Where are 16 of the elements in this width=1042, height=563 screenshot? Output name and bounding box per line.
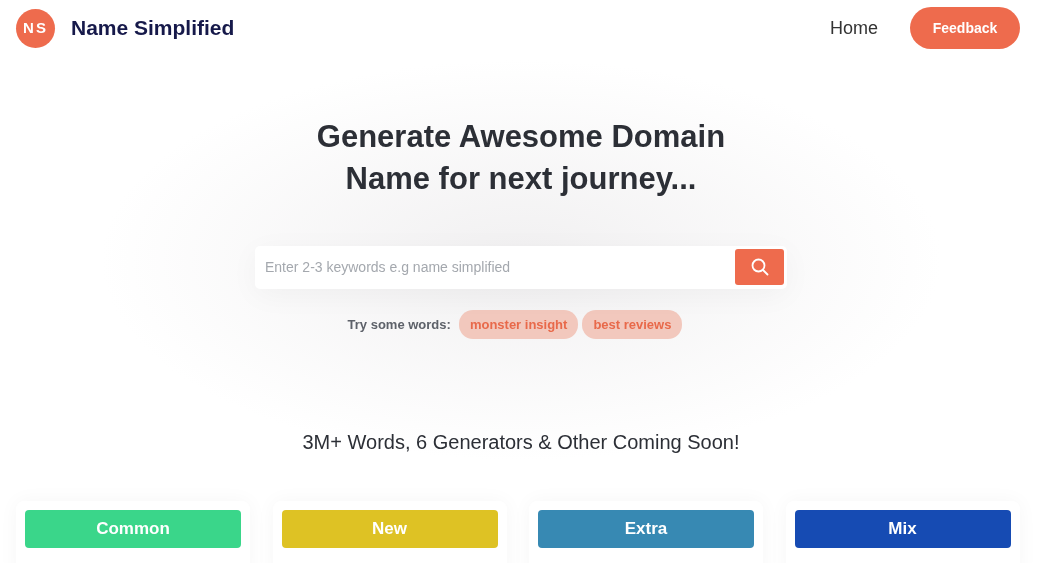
generator-header[interactable]: Common — [25, 510, 241, 549]
generator-header[interactable]: Mix — [794, 510, 1011, 549]
search-field[interactable]: Enter 2-3 keywords e.g name simplified — [255, 245, 787, 289]
logo-badge[interactable]: NS — [16, 8, 55, 48]
suggestions-label: Try some words: — [347, 315, 451, 334]
suggestion-chip[interactable]: best reviews — [582, 309, 683, 340]
generator-header[interactable]: Extra — [538, 510, 754, 549]
search-icon — [750, 257, 769, 276]
suggestion-chip[interactable]: monster insight — [458, 309, 579, 340]
generator-header[interactable]: New — [281, 510, 498, 549]
hero-title: Generate Awesome Domain Name for next journey... — [315, 118, 727, 198]
feedback-button[interactable]: Feedback — [910, 7, 1020, 49]
section-heading: 3M+ Words, 6 Generators & Other Coming Soon! — [301, 430, 741, 456]
nav-link[interactable]: Home — [830, 14, 878, 42]
brand-name[interactable]: Name Simplified — [71, 12, 235, 44]
search-button[interactable] — [735, 248, 784, 285]
